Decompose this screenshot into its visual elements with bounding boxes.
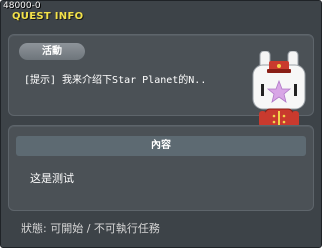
- quest-status: 狀態: 可開始 / 不可執行任務: [21, 222, 160, 235]
- window-title: QUEST INFO: [12, 11, 84, 22]
- quest-category-tag: 活動: [19, 43, 85, 60]
- quest-info-window: 48000-0 QUEST INFO 活動 [提示] 我来介绍下Star Pla…: [0, 0, 322, 248]
- quest-content-panel: 內容 这是测试: [8, 125, 314, 211]
- quest-id-label: 48000-0: [3, 1, 41, 11]
- content-header: 內容: [16, 136, 306, 156]
- quest-name[interactable]: [提示] 我来介绍下Star Planet的N..: [24, 71, 206, 86]
- content-body: 这是测试: [30, 172, 74, 185]
